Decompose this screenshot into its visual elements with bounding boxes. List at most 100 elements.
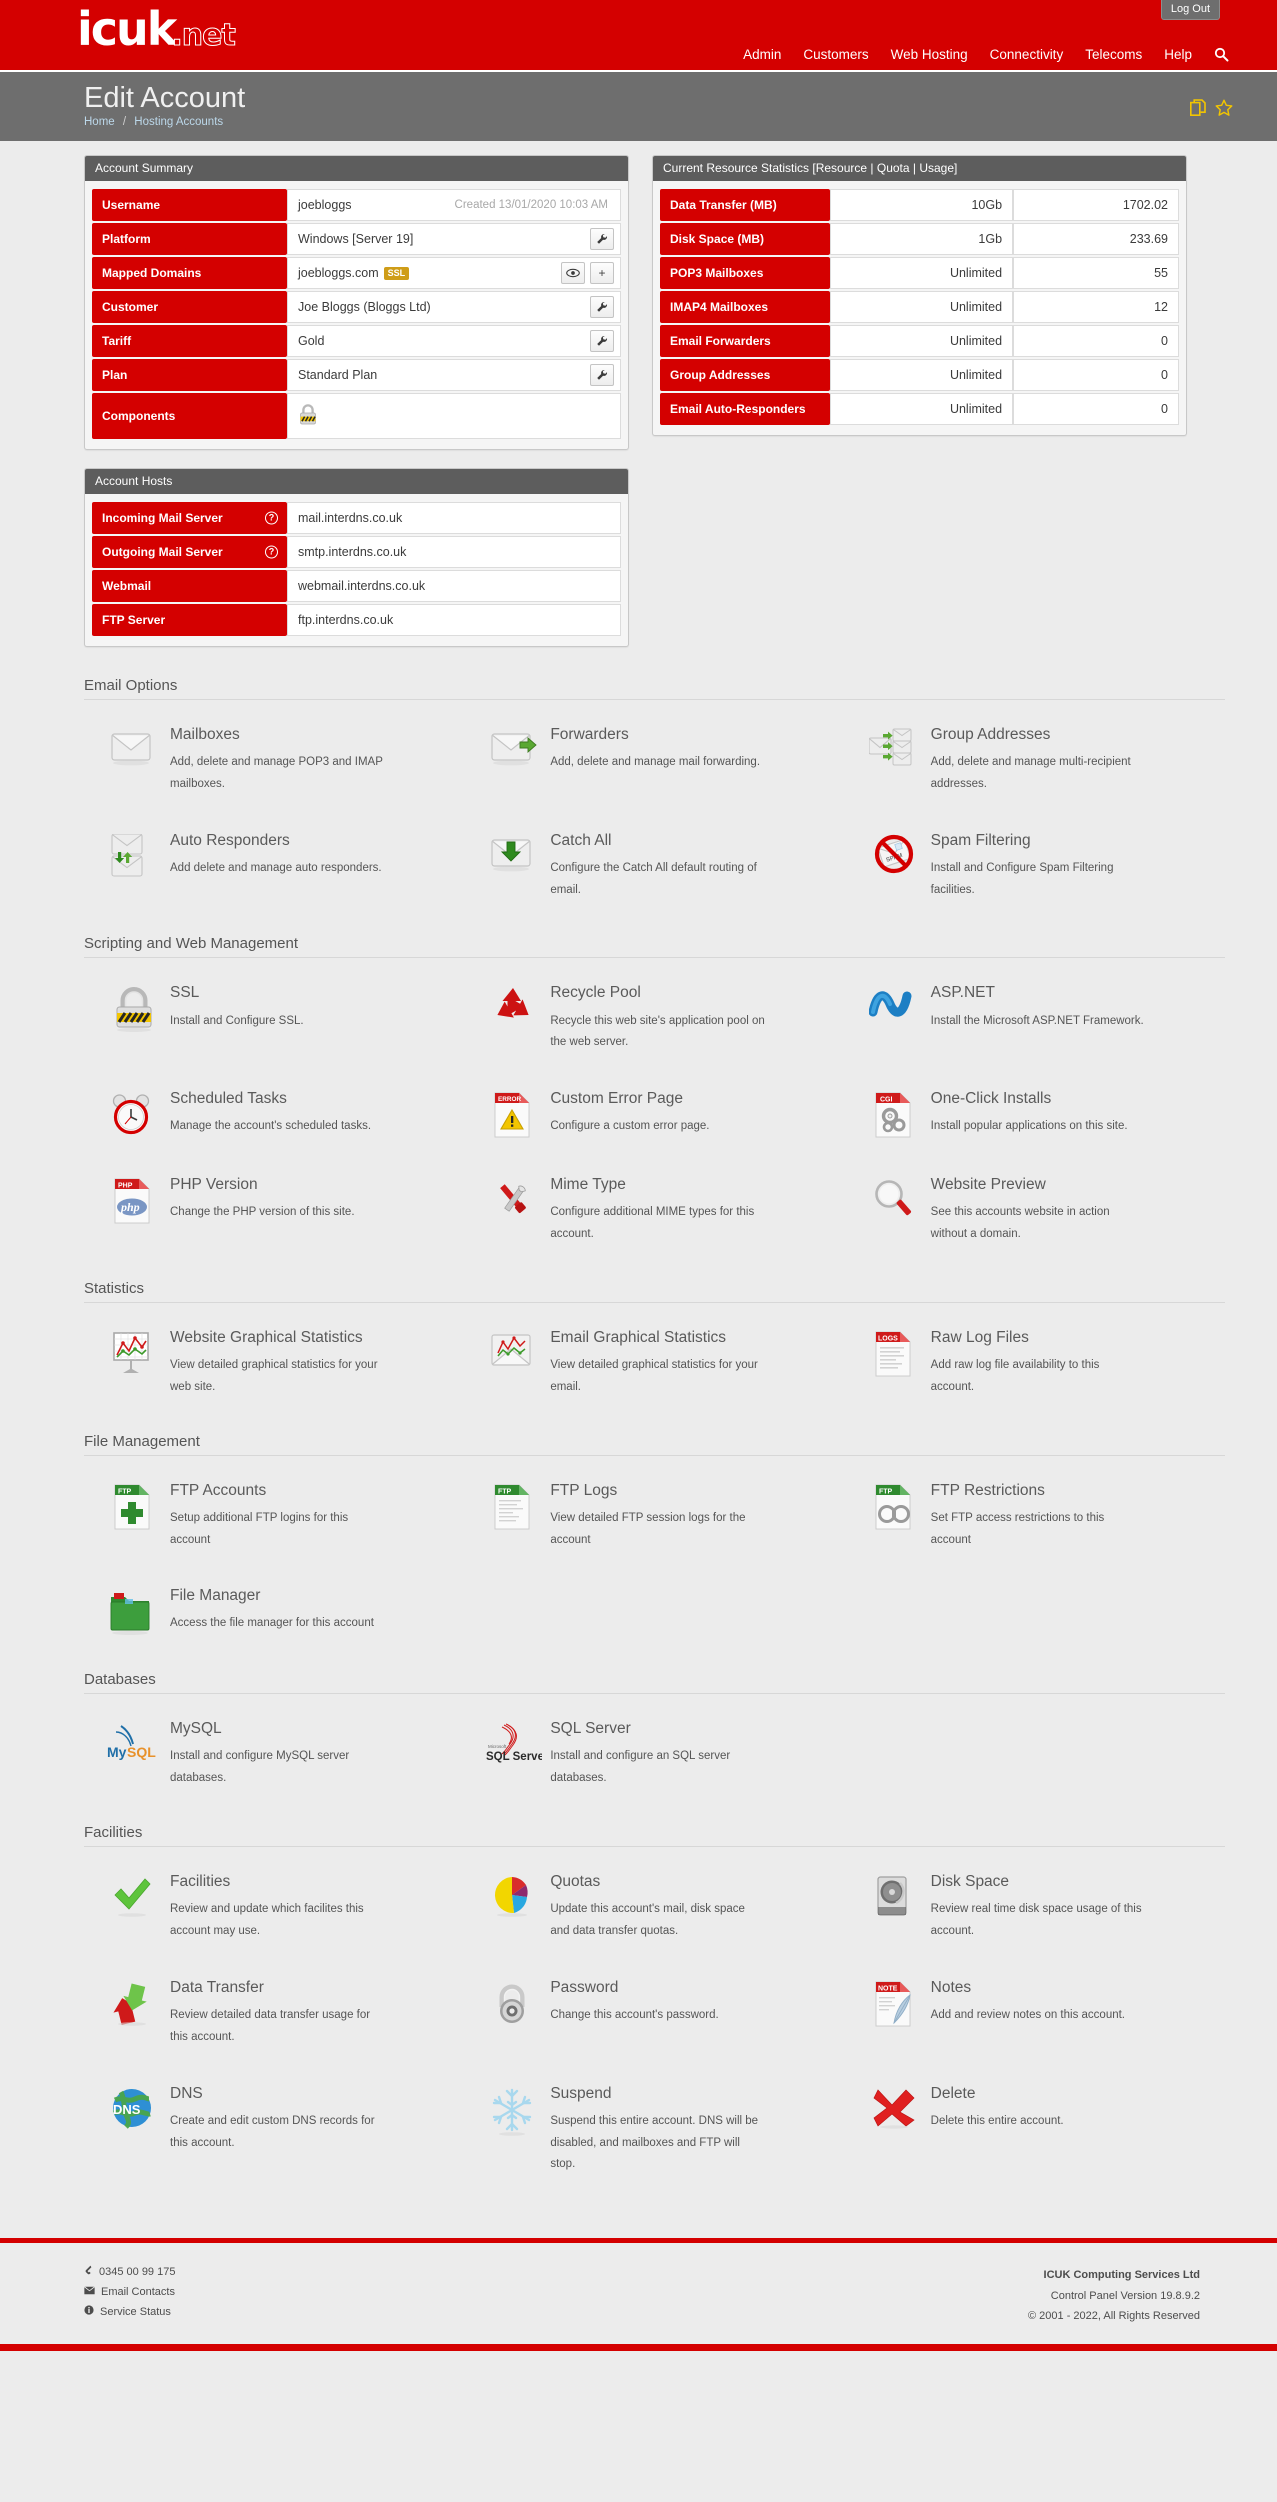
tile-suspend[interactable]: Suspend Suspend this entire account. DNS … [464,2067,844,2195]
plus-icon[interactable]: + [590,262,614,284]
tile-asp-net[interactable]: ASP.NET Install the Microsoft ASP.NET Fra… [845,966,1225,1072]
tile-title[interactable]: Forwarders [550,726,760,743]
tile-title[interactable]: PHP Version [170,1176,355,1193]
tile-title[interactable]: Auto Responders [170,832,382,849]
tile-ftp-logs[interactable]: FTP FTP Logs View detailed FTP session log… [464,1464,844,1570]
footer-email-contacts[interactable]: Email Contacts [84,2286,175,2298]
tile-recycle-pool[interactable]: Recycle Pool Recycle this web site's appl… [464,966,844,1072]
tile-mime-type[interactable]: Mime Type Configure additional MIME types… [464,1158,844,1264]
tile-title[interactable]: Recycle Pool [550,984,765,1001]
tile-title[interactable]: ASP.NET [931,984,1144,1001]
mapped-domain-value[interactable]: joebloggs.com [298,266,379,280]
nav-item-telecoms[interactable]: Telecoms [1085,47,1142,62]
footer-service-status[interactable]: Service Status [84,2305,175,2318]
tile-catch-all[interactable]: Catch All Configure the Catch All default… [464,814,844,920]
tile-data-transfer[interactable]: Data Transfer Review detailed data transf… [84,1961,464,2067]
tile-title[interactable]: Group Addresses [931,726,1146,743]
site-logo[interactable]: icuk.net [77,6,236,52]
tile-title[interactable]: Spam Filtering [931,832,1146,849]
row-value-webmail: webmail.interdns.co.uk [287,570,621,602]
help-icon[interactable]: ? [265,545,278,559]
nav-item-help[interactable]: Help [1164,47,1192,62]
svg-text:FTP: FTP [879,1488,893,1495]
tile-title[interactable]: Delete [931,2085,1064,2102]
tile-title[interactable]: Notes [931,1979,1125,1996]
wrench-icon[interactable] [590,228,614,250]
tile-title[interactable]: DNS [170,2085,385,2102]
status-badge[interactable]: SSL [383,267,410,280]
tile-title[interactable]: Password [550,1979,718,1996]
wrench-icon[interactable] [590,330,614,352]
tile-php-version[interactable]: PHP php PHP Version Change the PHP version … [84,1158,464,1264]
star-icon[interactable] [1215,99,1233,117]
help-icon[interactable]: ? [265,511,278,525]
tile-ssl[interactable]: SSL Install and Configure SSL. [84,966,464,1072]
eye-icon[interactable] [561,262,585,284]
tile-website-preview[interactable]: Website Preview See this accounts website… [845,1158,1225,1264]
tile-disk-space[interactable]: Disk Space Review real time disk space us… [845,1855,1225,1961]
tile-title[interactable]: Email Graphical Statistics [550,1329,765,1346]
tile-dns[interactable]: DNS DNS Create and edit custom DNS records… [84,2067,464,2195]
tile-title[interactable]: Mailboxes [170,726,385,743]
tile-title[interactable]: SSL [170,984,304,1001]
tile-forwarders[interactable]: Forwarders Add, delete and manage mail fo… [464,708,844,814]
tile-file-manager[interactable]: File Manager Access the file manager for … [84,1569,464,1655]
tile-title[interactable]: Facilities [170,1873,385,1890]
tile-title[interactable]: Raw Log Files [931,1329,1146,1346]
ssl-lock-icon[interactable] [298,403,318,430]
tile-mailboxes[interactable]: Mailboxes Add, delete and manage POP3 and… [84,708,464,814]
tile-title[interactable]: Mime Type [550,1176,765,1193]
resource-stats-panel-title: Current Resource Statistics [Resource | … [653,156,1186,181]
tile-title[interactable]: Suspend [550,2085,765,2102]
tile-title[interactable]: One-Click Installs [931,1090,1128,1107]
tile-title[interactable]: SQL Server [550,1720,765,1737]
tile-group-addresses[interactable]: Group Addresses Add, delete and manage mu… [845,708,1225,814]
tile-scheduled-tasks[interactable]: Scheduled Tasks Manage the account's sche… [84,1072,464,1158]
tile-title[interactable]: Quotas [550,1873,765,1890]
wrench-icon[interactable] [590,364,614,386]
row-usage-pop3-mailboxes: 55 [1013,257,1179,289]
breadcrumb-item-home[interactable]: Home [84,116,115,128]
wrench-icon[interactable] [590,296,614,318]
nav-item-admin[interactable]: Admin [743,47,781,62]
nav-item-connectivity[interactable]: Connectivity [990,47,1064,62]
tile-title[interactable]: MySQL [170,1720,385,1737]
tile-text: SSL Install and Configure SSL. [162,984,304,1032]
tile-title[interactable]: Scheduled Tasks [170,1090,371,1107]
tile-title[interactable]: File Manager [170,1587,374,1604]
tile-custom-error-page[interactable]: ERROR Custom Error Page Configure a custom… [464,1072,844,1158]
tile-title[interactable]: Catch All [550,832,765,849]
tile-spam-filtering[interactable]: SPAM Spam Filtering Install and Configure … [845,814,1225,920]
tile-title[interactable]: FTP Accounts [170,1482,385,1499]
footer-phone[interactable]: 0345 00 99 175 [84,2265,175,2279]
breadcrumb-item-hosting-accounts[interactable]: Hosting Accounts [134,116,223,128]
nav-item-web-hosting[interactable]: Web Hosting [891,47,968,62]
tile-password[interactable]: Password Change this account's password. [464,1961,844,2067]
tile-title[interactable]: FTP Restrictions [931,1482,1146,1499]
logout-button[interactable]: Log Out [1160,0,1220,20]
tile-one-click-installs[interactable]: CGI One-Click Installs Install popular app… [845,1072,1225,1158]
tile-auto-responders[interactable]: Auto Responders Add delete and manage aut… [84,814,464,920]
copy-icon[interactable] [1190,99,1206,117]
tile-sql-server[interactable]: Microsoft SQL Server SQL Server Install and… [464,1702,844,1808]
tile-text: Auto Responders Add delete and manage aut… [162,832,382,880]
tile-email-graphical-statistics[interactable]: Email Graphical Statistics View detailed … [464,1311,844,1417]
tile-mysql[interactable]: My SQL MySQL Install and configure MySQL se… [84,1702,464,1808]
tile-title[interactable]: Website Graphical Statistics [170,1329,385,1346]
tile-raw-log-files[interactable]: LOGS Raw Log Files Add raw log file availa… [845,1311,1225,1417]
tile-ftp-restrictions[interactable]: FTP FTP Restrictions Set FTP access restri… [845,1464,1225,1570]
tile-title[interactable]: FTP Logs [550,1482,765,1499]
tile-text: Password Change this account's password. [542,1979,718,2027]
tile-delete[interactable]: Delete Delete this entire account. [845,2067,1225,2195]
tile-quotas[interactable]: Quotas Update this account's mail, disk s… [464,1855,844,1961]
tile-title[interactable]: Disk Space [931,1873,1146,1890]
tile-title[interactable]: Custom Error Page [550,1090,709,1107]
tile-title[interactable]: Data Transfer [170,1979,385,1996]
search-icon[interactable] [1214,47,1229,62]
nav-item-customers[interactable]: Customers [803,47,868,62]
tile-notes[interactable]: NOTE Notes Add and review notes on this ac… [845,1961,1225,2067]
tile-title[interactable]: Website Preview [931,1176,1146,1193]
tile-facilities[interactable]: Facilities Review and update which facili… [84,1855,464,1961]
tile-ftp-accounts[interactable]: FTP FTP Accounts Setup additional FTP logi… [84,1464,464,1570]
tile-website-graphical-statistics[interactable]: Website Graphical Statistics View detaile… [84,1311,464,1417]
